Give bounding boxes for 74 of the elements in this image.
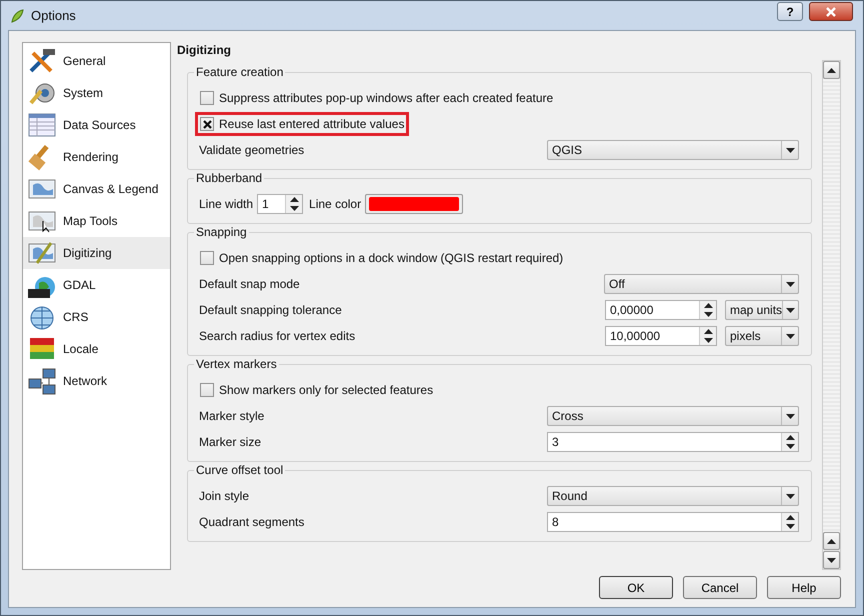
checkbox[interactable]	[200, 117, 214, 131]
dialog-button[interactable]: Cancel	[683, 576, 757, 599]
dropdown[interactable]: QGIS	[547, 140, 799, 160]
field-label: Default snapping tolerance	[199, 303, 342, 317]
leaf-icon	[9, 8, 25, 24]
sidebar-item[interactable]: General	[23, 45, 170, 77]
caret-icon	[786, 334, 794, 338]
sidebar-item[interactable]: Network	[23, 365, 170, 397]
caret-icon	[786, 494, 794, 498]
spin-arrows-icon	[290, 196, 299, 212]
checkbox-label: Suppress attributes pop-up windows after each created feature	[219, 91, 554, 105]
spin-arrows-icon	[786, 434, 794, 450]
group-title: Feature creation	[194, 65, 286, 79]
group-title: Snapping	[194, 225, 249, 239]
page-title: Digitizing	[177, 42, 232, 59]
checkbox[interactable]	[200, 383, 214, 397]
sidebar-item[interactable]: Map Tools	[23, 205, 170, 237]
checkbox-label: Reuse last entered attribute values	[219, 117, 404, 131]
sidebar-item[interactable]: System	[23, 77, 170, 109]
sidebar-item[interactable]: CRS	[23, 301, 170, 333]
checkbox-label: Show markers only for selected features	[219, 383, 434, 397]
spin-box[interactable]: 3	[547, 432, 799, 452]
caret-icon	[786, 282, 794, 286]
dropdown[interactable]: Cross	[547, 406, 799, 426]
spin-arrows-icon	[704, 328, 712, 344]
close-button[interactable]	[809, 2, 853, 21]
spin-box[interactable]: 1	[257, 194, 304, 214]
caret-icon	[786, 308, 796, 312]
sidebar-item[interactable]: Rendering	[23, 141, 170, 173]
up-arrow-icon	[827, 538, 836, 544]
field-label: Default snap mode	[199, 277, 300, 291]
unit-dropdown[interactable]: map units	[725, 300, 799, 320]
color-button[interactable]	[365, 194, 464, 214]
group-title: Rubberband	[194, 171, 264, 185]
unit-dropdown[interactable]: pixels	[725, 326, 799, 346]
field-label: Join style	[199, 489, 250, 503]
spin-arrows-icon	[786, 514, 794, 530]
spin-arrows-icon	[704, 302, 712, 318]
field-label: Validate geometries	[199, 143, 304, 157]
spin-box[interactable]: 0,00000	[605, 300, 717, 320]
field-label: Search radius for vertex edits	[199, 329, 356, 343]
sidebar-item[interactable]: Digitizing	[23, 237, 170, 269]
sidebar-item[interactable]: GDAL	[23, 269, 170, 301]
group-title: Curve offset tool	[194, 463, 286, 477]
help-button[interactable]: ?	[777, 2, 803, 21]
scrollbar[interactable]	[822, 60, 841, 570]
checkbox[interactable]	[200, 91, 214, 105]
dialog-button[interactable]: Help	[767, 576, 841, 599]
network-icon	[27, 367, 57, 395]
dialog-button[interactable]: OK	[599, 576, 673, 599]
sidebar-item[interactable]: Data Sources	[23, 109, 170, 141]
close-icon	[825, 6, 837, 16]
sidebar-item[interactable]: Locale	[23, 333, 170, 365]
group-title: Vertex markers	[194, 357, 279, 371]
table-icon	[27, 111, 57, 139]
field-label: Line color	[309, 197, 362, 211]
sidebar-item[interactable]: Canvas & Legend	[23, 173, 170, 205]
up-arrow-icon	[827, 68, 836, 72]
down-arrow-icon	[827, 558, 836, 562]
field-label: Marker style	[199, 409, 264, 423]
dropdown[interactable]: Off	[604, 274, 799, 294]
window-title: Options	[31, 8, 76, 23]
spin-box[interactable]: 8	[547, 512, 799, 532]
field-label: Quadrant segments	[199, 515, 304, 529]
spin-box[interactable]: 10,00000	[605, 326, 717, 346]
checkbox-label: Open snapping options in a dock window (QGIS restart required)	[219, 251, 564, 265]
field-label: Line width	[199, 197, 254, 211]
checkbox[interactable]	[200, 251, 214, 265]
map-pencil-icon	[27, 239, 57, 267]
dropdown[interactable]: Round	[547, 486, 799, 506]
caret-icon	[786, 414, 794, 418]
tools-icon	[27, 47, 57, 75]
caret-icon	[786, 148, 794, 152]
field-label: Marker size	[199, 435, 262, 449]
